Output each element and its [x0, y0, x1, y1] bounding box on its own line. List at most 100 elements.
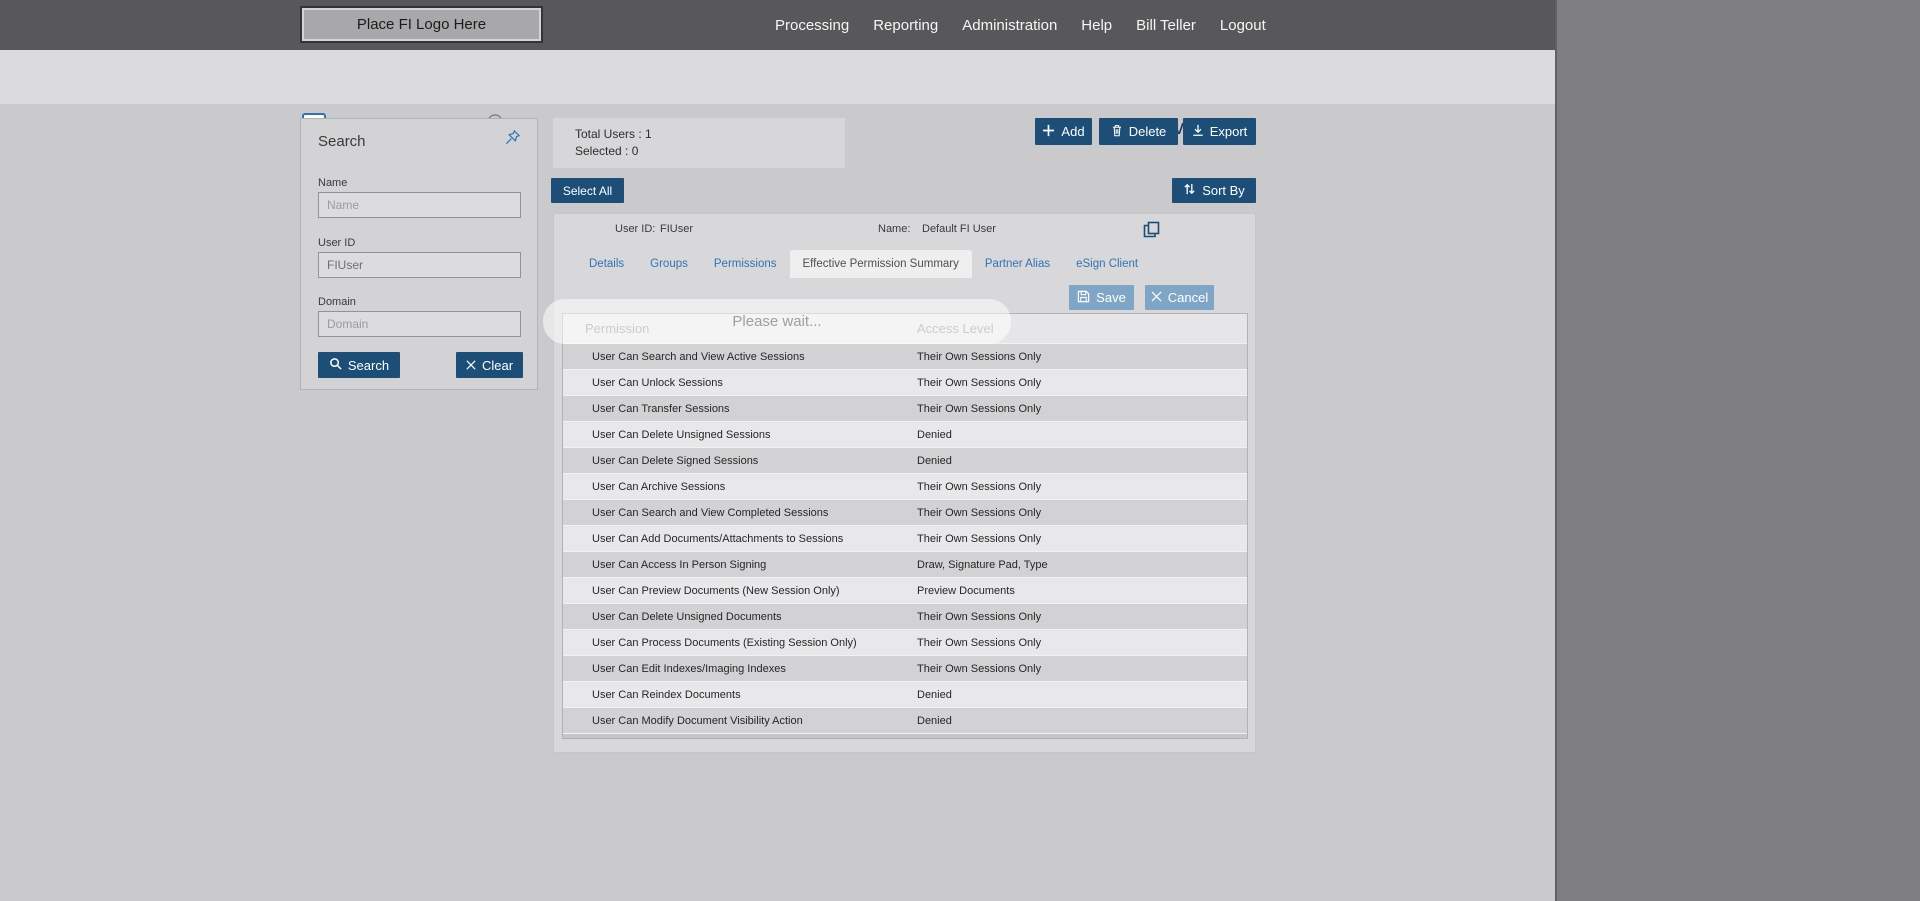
user-card: User ID: FIUser Name: Default FI User De… [553, 213, 1256, 753]
access-level-column-header: Access Level [917, 321, 994, 336]
table-row: User Can Delete Unsigned Documents Their … [563, 603, 1247, 629]
permission-cell: User Can Delete Unsigned Sessions [592, 428, 771, 441]
save-button[interactable]: Save [1069, 285, 1134, 310]
table-row: User Can Reindex Documents Denied [563, 681, 1247, 707]
table-row: User Can Delete Signed Sessions Denied [563, 447, 1247, 473]
nav-item-logout[interactable]: Logout [1220, 17, 1266, 34]
tabs: Details Groups Permissions Effective Permis… [576, 250, 1151, 278]
permission-cell: User Can Unlock Sessions [592, 376, 723, 389]
nav-item-reporting[interactable]: Reporting [873, 17, 938, 34]
window-right-edge [1555, 0, 1557, 901]
nav-item-administration[interactable]: Administration [962, 17, 1057, 34]
search-button[interactable]: Search [318, 352, 400, 378]
name-field-label: Name [318, 177, 348, 189]
access-level-cell: Their Own Sessions Only [917, 532, 1042, 545]
access-level-cell: Preview Documents [917, 584, 1015, 597]
tab-groups[interactable]: Groups [637, 250, 701, 278]
add-icon [1042, 124, 1055, 140]
permission-cell: User Can Edit Indexes/Imaging Indexes [592, 662, 786, 675]
fi-logo-placeholder-text: Place FI Logo Here [356, 16, 487, 33]
permission-cell: User Can Modify Document Visibility Acti… [592, 714, 803, 727]
access-level-cell: Their Own Sessions Only [917, 610, 1042, 623]
delete-button[interactable]: Delete [1099, 118, 1178, 145]
user-id-input[interactable] [318, 252, 521, 278]
top-nav: Processing Reporting Administration Help Bil… [775, 0, 1266, 50]
access-level-cell: Their Own Sessions Only [917, 480, 1042, 493]
permission-cell: User Can Preview Documents (New Session … [592, 584, 840, 597]
summary-box: Total Users : 1 Selected : 0 [553, 118, 845, 168]
access-level-cell: Draw, Signature Pad, Type [917, 558, 1048, 571]
permissions-table-header: Permission Access Level [563, 314, 1247, 343]
selected-count-text: Selected : 0 [575, 144, 639, 158]
table-row: User Can Search and View Active Sessions… [563, 343, 1247, 369]
select-all-button[interactable]: Select All [551, 178, 624, 203]
permission-cell: User Can Add Documents/Attachments to Se… [592, 532, 844, 545]
nav-item-bill-teller[interactable]: Bill Teller [1136, 17, 1196, 34]
access-level-cell: Their Own Sessions Only [917, 376, 1042, 389]
tab-partner-alias[interactable]: Partner Alias [972, 250, 1063, 278]
access-level-cell: Their Own Sessions Only [917, 662, 1042, 675]
download-icon [1192, 124, 1204, 140]
nav-item-processing[interactable]: Processing [775, 17, 849, 34]
permission-cell: User Can Search and View Completed Sessi… [592, 506, 829, 519]
table-row: User Can Process Documents (Existing Ses… [563, 629, 1247, 655]
search-button-label: Search [347, 357, 390, 373]
nav-item-help[interactable]: Help [1081, 17, 1112, 34]
delete-button-label: Delete [1128, 124, 1167, 139]
permission-cell: User Can Access In Person Signing [592, 558, 767, 571]
name-input[interactable] [318, 192, 521, 218]
add-button-label: Add [1061, 124, 1085, 139]
permission-cell: User Can Search and View Active Sessions [592, 350, 805, 363]
fi-logo-placeholder: Place FI Logo Here [300, 6, 543, 43]
add-button[interactable]: Add [1035, 118, 1092, 145]
save-icon [1077, 290, 1090, 306]
access-level-cell: Denied [917, 688, 952, 701]
permissions-table-body: User Can Search and View Active Sessions… [563, 343, 1247, 738]
search-panel-title: Search [318, 133, 366, 150]
tab-permissions[interactable]: Permissions [701, 250, 790, 278]
sort-by-button-label: Sort By [1202, 183, 1245, 198]
pin-icon[interactable] [504, 129, 521, 151]
cancel-button[interactable]: Cancel [1145, 285, 1214, 310]
cancel-icon [1151, 290, 1162, 305]
sort-icon [1183, 182, 1196, 199]
table-row: User Can Preview Documents (New Session … [563, 577, 1247, 603]
table-row-partial [563, 733, 1247, 738]
clear-button-label: Clear [481, 357, 514, 373]
permission-column-header: Permission [585, 321, 650, 336]
save-button-label: Save [1096, 290, 1126, 305]
clear-button[interactable]: Clear [456, 352, 523, 378]
copy-icon[interactable] [1143, 221, 1160, 243]
table-row: User Can Unlock Sessions Their Own Sessio… [563, 369, 1247, 395]
permission-cell: User Can Archive Sessions [592, 480, 726, 493]
select-all-button-label: Select All [562, 183, 613, 198]
permission-cell: User Can Reindex Documents [592, 688, 741, 701]
permission-cell: User Can Transfer Sessions [592, 402, 730, 415]
table-row: User Can Archive Sessions Their Own Sessi… [563, 473, 1247, 499]
permissions-table: Permission Access Level User Can Search … [562, 313, 1248, 739]
page-header: User Maintenance Kinective Sign [0, 50, 1557, 139]
name-label: Name: [878, 223, 911, 235]
permission-cell: User Can Process Documents (Existing Ses… [592, 636, 857, 649]
access-level-cell: Their Own Sessions Only [917, 402, 1042, 415]
table-row: User Can Add Documents/Attachments to Se… [563, 525, 1247, 551]
export-button[interactable]: Export [1183, 118, 1256, 145]
sort-by-button[interactable]: Sort By [1172, 178, 1256, 203]
table-row: User Can Access In Person Signing Draw, S… [563, 551, 1247, 577]
tab-esign-client[interactable]: eSign Client [1063, 250, 1151, 278]
tab-effective-permission-summary[interactable]: Effective Permission Summary [789, 250, 972, 278]
cancel-button-label: Cancel [1167, 290, 1209, 305]
clear-icon [466, 358, 476, 373]
access-level-cell: Denied [917, 428, 952, 441]
domain-input[interactable] [318, 311, 521, 337]
user-id-label: User ID: [615, 223, 656, 235]
tab-details[interactable]: Details [576, 250, 637, 278]
table-row: User Can Modify Document Visibility Acti… [563, 707, 1247, 733]
user-id-field-label: User ID [318, 237, 356, 249]
name-value: Default FI User [922, 223, 996, 235]
table-row: User Can Delete Unsigned Sessions Denied [563, 421, 1247, 447]
table-row: User Can Edit Indexes/Imaging Indexes The… [563, 655, 1247, 681]
search-icon [329, 357, 342, 373]
top-bar: Place FI Logo Here Processing Reporting Ad… [0, 0, 1557, 50]
export-button-label: Export [1209, 124, 1248, 139]
